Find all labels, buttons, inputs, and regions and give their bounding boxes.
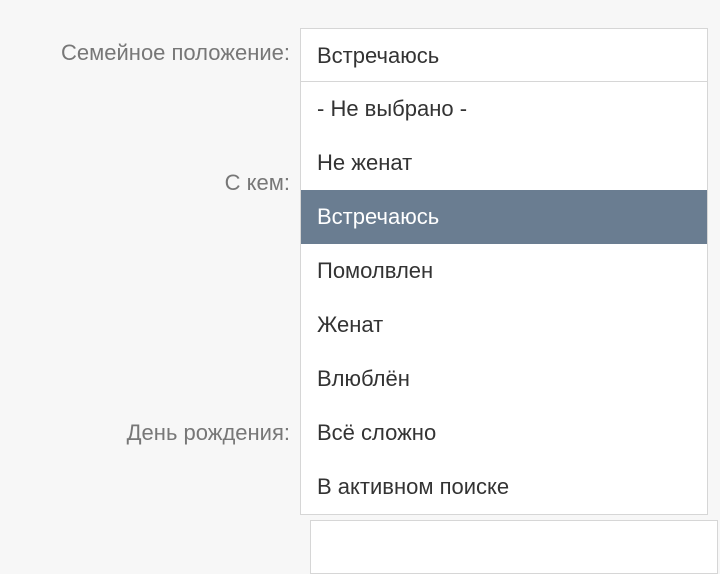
option-complicated[interactable]: Всё сложно <box>301 406 707 460</box>
dropdown-marital-status: - Не выбрано - Не женат Встречаюсь Помол… <box>300 82 708 515</box>
option-single[interactable]: Не женат <box>301 136 707 190</box>
label-marital-status: Семейное положение: <box>0 28 300 64</box>
option-dating[interactable]: Встречаюсь <box>301 190 707 244</box>
label-with-whom: С кем: <box>0 82 300 196</box>
option-none[interactable]: - Не выбрано - <box>301 82 707 136</box>
field-marital-status: Встречаюсь - Не выбрано - Не женат Встре… <box>300 28 708 82</box>
row-marital-status: Семейное положение: Встречаюсь - Не выбр… <box>0 28 720 82</box>
select-marital-status[interactable]: Встречаюсь <box>300 28 708 82</box>
label-birthday: День рождения: <box>0 196 300 446</box>
option-married[interactable]: Женат <box>301 298 707 352</box>
option-engaged[interactable]: Помолвлен <box>301 244 707 298</box>
option-searching[interactable]: В активном поиске <box>301 460 707 514</box>
option-inlove[interactable]: Влюблён <box>301 352 707 406</box>
field-below[interactable] <box>310 520 718 574</box>
profile-form: Семейное положение: Встречаюсь - Не выбр… <box>0 0 720 446</box>
